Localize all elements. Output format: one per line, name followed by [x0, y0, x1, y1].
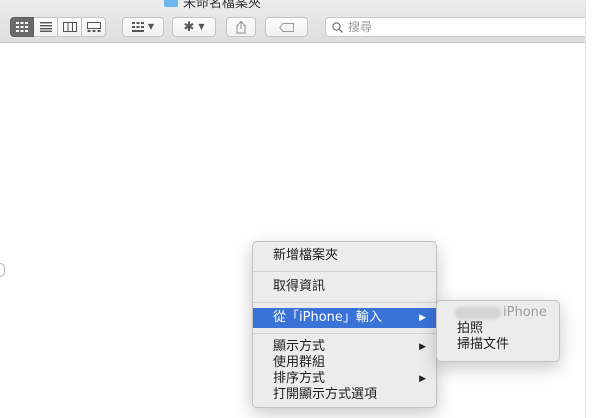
- context-menu: 新增檔案夾 取得資訊 從「iPhone」輸入 ▶ 顯示方式 ▶ 使用群組 排序方…: [252, 241, 437, 408]
- submenu-arrow-icon: ▶: [419, 342, 426, 352]
- share-icon: [236, 20, 246, 33]
- window-title: 未命名檔案夾: [164, 0, 262, 11]
- menu-item-sort-by[interactable]: 排序方式 ▶: [253, 371, 436, 387]
- group-by-button[interactable]: ▼: [122, 17, 164, 37]
- search-icon: [332, 21, 343, 33]
- sidebar-resize-handle[interactable]: [0, 263, 5, 277]
- submenu-device-header: iPhone: [437, 305, 559, 321]
- iphone-submenu: iPhone 拍照 掃描文件: [436, 300, 560, 362]
- gallery-view-icon: [86, 22, 101, 32]
- list-view-icon: [39, 22, 52, 32]
- tag-icon: [278, 22, 294, 32]
- column-view-icon: [62, 22, 77, 32]
- menu-item-label: 拍照: [457, 321, 484, 336]
- redacted-device-name: [455, 306, 501, 319]
- menu-item-label: 新增檔案夾: [273, 248, 339, 263]
- gear-icon: ✱: [183, 19, 195, 35]
- search-input[interactable]: [348, 20, 548, 34]
- menu-item-import-from-iphone[interactable]: 從「iPhone」輸入 ▶: [253, 308, 436, 328]
- submenu-arrow-icon: ▶: [419, 374, 426, 384]
- menu-item-label: 取得資訊: [273, 279, 326, 294]
- menu-item-show-view-options[interactable]: 打開顯示方式選項: [253, 387, 436, 403]
- grid-icon: [131, 22, 144, 32]
- menu-item-label: 使用群組: [273, 355, 326, 370]
- menu-separator: [253, 302, 436, 303]
- folder-icon: [164, 0, 178, 7]
- share-button[interactable]: [226, 17, 256, 37]
- list-view-button[interactable]: [34, 17, 58, 37]
- menu-separator: [253, 333, 436, 334]
- menu-item-label: 排序方式: [273, 371, 326, 386]
- menu-item-get-info[interactable]: 取得資訊: [253, 277, 436, 297]
- finder-toolbar: 未命名檔案夾 ▼ ✱ ▼ 搜尋: [0, 0, 587, 43]
- window-title-text: 未命名檔案夾: [183, 0, 262, 11]
- menu-item-label: 掃描文件: [457, 337, 510, 352]
- icon-view-button[interactable]: [10, 17, 34, 37]
- window-edge: [585, 0, 610, 418]
- submenu-item-take-photo[interactable]: 拍照: [437, 321, 559, 337]
- device-label: iPhone: [503, 305, 547, 320]
- menu-item-label: 打開顯示方式選項: [273, 387, 378, 402]
- view-mode-control: [10, 17, 106, 37]
- chevron-down-icon: ▼: [198, 22, 205, 31]
- menu-item-label: 顯示方式: [273, 339, 326, 354]
- action-button[interactable]: ✱ ▼: [172, 17, 216, 37]
- menu-item-use-groups[interactable]: 使用群組: [253, 355, 436, 371]
- chevron-down-icon: ▼: [147, 22, 155, 31]
- menu-item-label: 從「iPhone」輸入: [273, 310, 382, 325]
- menu-separator: [253, 271, 436, 272]
- submenu-item-scan-documents[interactable]: 掃描文件: [437, 337, 559, 353]
- tags-button[interactable]: [265, 17, 308, 37]
- menu-item-show-view[interactable]: 顯示方式 ▶: [253, 339, 436, 355]
- submenu-arrow-icon: ▶: [419, 313, 426, 323]
- gallery-view-button[interactable]: [82, 17, 106, 37]
- column-view-button[interactable]: [58, 17, 82, 37]
- menu-item-new-folder[interactable]: 新增檔案夾: [253, 246, 436, 266]
- search-field[interactable]: [325, 17, 587, 37]
- icon-view-icon: [16, 22, 28, 32]
